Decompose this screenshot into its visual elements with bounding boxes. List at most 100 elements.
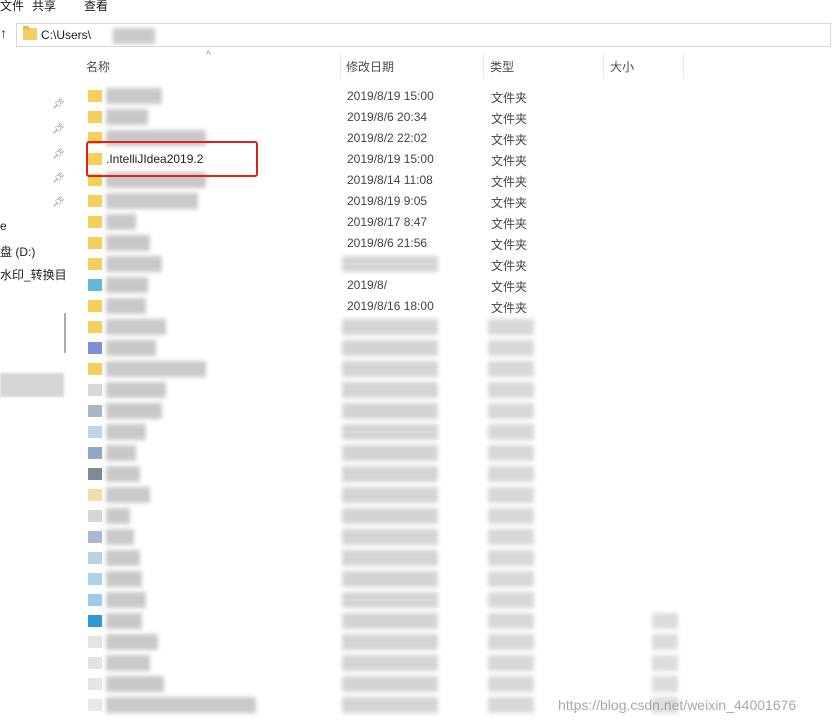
table-row[interactable]: 2019/8/17 8:47 文件夹 [76, 212, 835, 233]
redacted-name [106, 424, 146, 440]
redacted-name [106, 88, 162, 104]
table-row[interactable] [76, 506, 835, 527]
table-row[interactable] [76, 527, 835, 548]
file-icon [88, 510, 102, 522]
table-row[interactable] [76, 401, 835, 422]
table-row[interactable]: 2019/8/16 18:00 文件夹 [76, 296, 835, 317]
redacted-date [342, 445, 438, 461]
table-row[interactable] [76, 548, 835, 569]
redacted-name [106, 319, 166, 335]
table-row[interactable] [76, 443, 835, 464]
nav-item-folder[interactable]: 水印_转换目 [0, 266, 67, 283]
address-row: ↑ C:\Users\ [0, 20, 835, 50]
tab-view[interactable]: 查看 [84, 0, 108, 14]
table-row[interactable] [76, 464, 835, 485]
redacted-type [488, 487, 534, 503]
redacted-name [106, 508, 130, 524]
table-row[interactable] [76, 380, 835, 401]
redacted-date [342, 529, 438, 545]
table-row[interactable] [76, 422, 835, 443]
column-header-name[interactable]: 名称 [86, 58, 110, 75]
address-bar[interactable]: C:\Users\ [16, 23, 831, 47]
file-icon [88, 426, 102, 438]
table-row[interactable]: 2019/8/19 15:00 文件夹 [76, 86, 835, 107]
row-date: 2019/8/19 15:00 [347, 89, 434, 103]
row-date: 2019/8/6 21:56 [347, 236, 428, 250]
column-divider[interactable] [603, 54, 604, 78]
tab-file[interactable]: 文件 [0, 0, 24, 14]
row-type: 文件夹 [491, 175, 528, 189]
redacted-name [106, 445, 136, 461]
folder-icon [88, 489, 102, 501]
redacted-type [488, 445, 534, 461]
table-row[interactable] [76, 485, 835, 506]
redacted-date [342, 655, 438, 671]
file-icon [88, 594, 102, 606]
table-row[interactable] [76, 590, 835, 611]
watermark-text: https://blog.csdn.net/weixin_44001676 [558, 697, 797, 713]
redacted-name [106, 634, 158, 650]
column-header-type[interactable]: 类型 [490, 58, 514, 75]
row-type: 文件夹 [491, 112, 528, 126]
nav-item-drive-d[interactable]: 盘 (D:) [0, 243, 35, 260]
row-date: 2019/8/19 15:00 [347, 152, 434, 166]
table-row[interactable] [76, 653, 835, 674]
redacted-type [488, 466, 534, 482]
folder-icon [88, 300, 102, 312]
file-icon [88, 384, 102, 396]
pin-icon[interactable]: 📌︎ [52, 197, 65, 208]
column-divider[interactable] [483, 54, 484, 78]
column-header-date[interactable]: 修改日期 [346, 58, 394, 75]
table-row[interactable] [76, 569, 835, 590]
highlight-box [86, 141, 258, 177]
tab-share[interactable]: 共享 [32, 0, 56, 14]
file-icon [88, 657, 102, 669]
redacted-date [342, 676, 438, 692]
file-icon [88, 405, 102, 417]
table-row[interactable] [76, 338, 835, 359]
table-row[interactable]: 2019/8/6 20:34 文件夹 [76, 107, 835, 128]
row-type: 文件夹 [491, 133, 528, 147]
table-row[interactable]: 2019/8/19 9:05 文件夹 [76, 191, 835, 212]
up-arrow-icon[interactable]: ↑ [0, 25, 12, 43]
file-icon [88, 573, 102, 585]
row-date: 2019/8/17 8:47 [347, 215, 428, 229]
redacted-date [342, 340, 438, 356]
pin-icon[interactable]: 📌︎ [52, 149, 65, 160]
redacted-type [488, 676, 534, 692]
redacted-type [488, 382, 534, 398]
folder-icon [23, 26, 37, 40]
redacted-type [488, 550, 534, 566]
folder-icon [88, 363, 102, 375]
table-row[interactable] [76, 674, 835, 695]
row-date: 2019/8/6 20:34 [347, 110, 428, 124]
column-divider[interactable] [683, 54, 684, 78]
pin-icon[interactable]: 📌︎ [52, 99, 65, 110]
nav-item-e[interactable]: e [0, 219, 7, 233]
redacted-date [342, 613, 438, 629]
nav-item-selected[interactable] [0, 373, 64, 397]
table-row[interactable] [76, 611, 835, 632]
redacted-date [342, 634, 438, 650]
table-row[interactable] [76, 317, 835, 338]
redacted-name [106, 298, 146, 314]
table-row[interactable] [76, 632, 835, 653]
folder-icon [88, 258, 102, 270]
table-row[interactable]: 文件夹 [76, 254, 835, 275]
column-divider[interactable] [340, 54, 341, 78]
redacted-name [106, 214, 136, 230]
redacted-type [488, 571, 534, 587]
redacted-name [106, 571, 142, 587]
table-row[interactable] [76, 359, 835, 380]
pin-icon[interactable]: 📌︎ [52, 173, 65, 184]
row-date: 2019/8/16 18:00 [347, 299, 434, 313]
pin-icon[interactable]: 📌︎ [52, 124, 65, 135]
redacted-name [106, 529, 134, 545]
nav-scrollbar[interactable] [64, 313, 66, 353]
table-row[interactable]: 2019/8/6 21:56 文件夹 [76, 233, 835, 254]
redacted-type [488, 508, 534, 524]
table-row[interactable]: 2019/8/ 文件夹 [76, 275, 835, 296]
redacted-name [106, 235, 150, 251]
redacted-type [488, 424, 534, 440]
column-header-size[interactable]: 大小 [610, 58, 634, 75]
